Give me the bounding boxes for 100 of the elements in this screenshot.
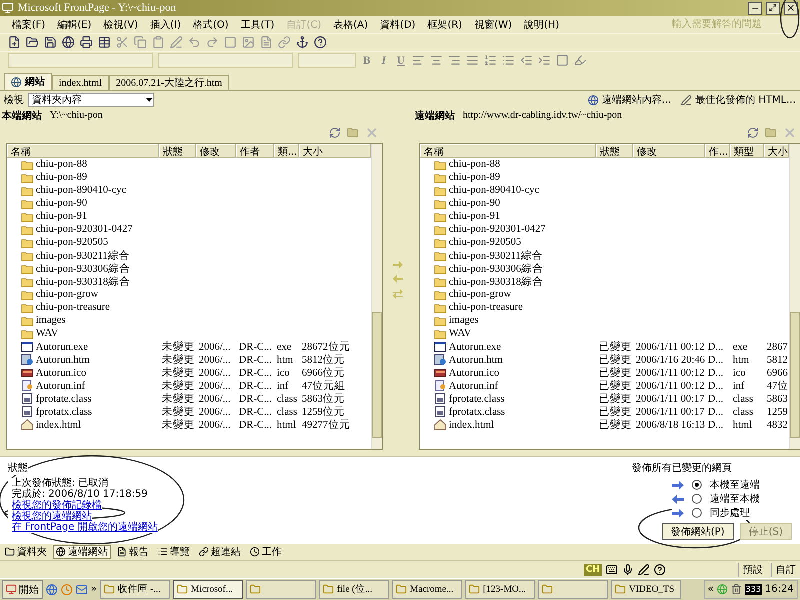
minimize-button[interactable] — [748, 2, 762, 14]
delete-icon[interactable] — [782, 126, 796, 140]
refresh-icon[interactable] — [746, 126, 758, 138]
menu-item[interactable]: 檢視(V) — [104, 18, 138, 32]
column-header[interactable]: 名稱 — [7, 144, 159, 158]
undo-icon[interactable] — [188, 36, 201, 49]
taskbar-button[interactable]: VIDEO_TS — [611, 580, 682, 599]
printer-icon[interactable] — [80, 36, 93, 49]
view-tab[interactable]: 導覽 — [155, 545, 193, 559]
radio-button[interactable] — [692, 508, 702, 518]
file-row[interactable]: fprotatx.class 已變更 2006/1/11 00:17 D... class 1259 — [420, 405, 788, 418]
menu-item[interactable]: 工具(T) — [240, 18, 275, 32]
help-question-field[interactable]: 輸入需要解答的問題 — [670, 18, 800, 32]
file-row[interactable]: chiu-pon-930306綜合 — [7, 262, 371, 275]
taskbar-button[interactable]: Macrome... — [392, 580, 462, 599]
file-row[interactable]: fprotate.class 未變更 2006/... DR-C... class 5863位元 — [7, 392, 371, 405]
file-row[interactable]: chiu-pon-grow — [7, 288, 371, 301]
more-quick-launch[interactable]: » — [91, 584, 98, 595]
help-icon[interactable] — [314, 36, 327, 49]
column-header[interactable]: 作... — [705, 144, 730, 158]
file-row[interactable]: images — [7, 314, 371, 327]
radio-button[interactable] — [692, 480, 702, 490]
file-row[interactable]: chiu-pon-930318綜合 — [420, 275, 788, 288]
scrollbar-thumb[interactable] — [790, 312, 800, 438]
column-header[interactable]: 修改 — [196, 144, 236, 158]
clock-icon[interactable] — [61, 584, 73, 596]
cut-icon[interactable] — [116, 36, 129, 49]
new-page-icon[interactable] — [8, 36, 21, 49]
view-tab[interactable]: 報告 — [114, 545, 152, 559]
file-row[interactable]: chiu-pon-91 — [420, 210, 788, 223]
align-left-icon[interactable] — [412, 54, 425, 67]
file-row[interactable]: chiu-pon-920301-0427 — [7, 223, 371, 236]
file-row[interactable]: Autorun.ico 未變更 2006/... DR-C... ico 6966位元 — [7, 366, 371, 379]
file-row[interactable]: Autorun.exe 未變更 2006/... DR-C... exe 28672位元 — [7, 340, 371, 353]
file-row[interactable]: chiu-pon-91 — [7, 210, 371, 223]
file-row[interactable]: chiu-pon-90 — [420, 197, 788, 210]
taskbar-button[interactable]: Microsof... — [173, 580, 244, 599]
trash-icon[interactable] — [730, 584, 742, 595]
file-row[interactable]: Autorun.htm 已變更 2006/1/16 20:46 D... htm 5812 — [420, 353, 788, 366]
file-row[interactable]: chiu-pon-930306綜合 — [420, 262, 788, 275]
image-icon[interactable] — [242, 36, 255, 49]
restore-button[interactable] — [766, 2, 780, 14]
right-arrow-icon[interactable] — [393, 260, 403, 268]
column-header[interactable]: 大小 — [299, 144, 371, 158]
taskbar-button[interactable]: file (位... — [319, 580, 390, 599]
file-row[interactable]: index.html 已變更 2006/8/18 16:13 D... html 4832 — [420, 418, 788, 431]
document-icon[interactable] — [260, 36, 273, 49]
menu-item[interactable]: 檔案(F) — [12, 18, 46, 32]
toolbar-link[interactable]: 遠端網站內容... — [588, 93, 672, 107]
file-row[interactable]: chiu-pon-treasure — [7, 301, 371, 314]
document-tab[interactable]: 網站 — [4, 73, 52, 90]
file-row[interactable]: chiu-pon-grow — [420, 288, 788, 301]
taskbar-button[interactable]: [123-MO... — [465, 580, 536, 599]
view-tab[interactable]: 工作 — [247, 545, 285, 559]
menu-item[interactable]: 格式(O) — [193, 18, 229, 32]
file-row[interactable]: chiu-pon-treasure — [420, 301, 788, 314]
file-row[interactable]: chiu-pon-930211綜合 — [7, 249, 371, 262]
menu-item[interactable]: 框架(R) — [428, 18, 462, 32]
scrollbar-thumb[interactable] — [372, 312, 382, 438]
view-tab[interactable]: 遠端網站 — [53, 545, 111, 559]
outdent-icon[interactable] — [520, 54, 533, 67]
column-header[interactable]: 修改 — [633, 144, 705, 158]
menu-item[interactable]: 視窗(W) — [474, 18, 512, 32]
scrollbar[interactable] — [371, 144, 382, 449]
radio-button[interactable] — [692, 494, 702, 504]
close-button[interactable] — [784, 2, 798, 14]
view-tab[interactable]: 超連結 — [196, 545, 244, 559]
file-row[interactable]: chiu-pon-930211綜合 — [420, 249, 788, 262]
table-icon[interactable] — [98, 36, 111, 49]
file-row[interactable]: WAV — [7, 327, 371, 340]
open-folder-icon[interactable] — [26, 36, 39, 49]
file-row[interactable]: chiu-pon-890410-cyc — [7, 184, 371, 197]
indent-icon[interactable] — [538, 54, 551, 67]
globe-icon[interactable] — [62, 36, 75, 49]
taskbar-button[interactable] — [246, 580, 316, 599]
file-row[interactable]: Autorun.htm 未變更 2006/... DR-C... htm 5812位元 — [7, 353, 371, 366]
refresh-icon[interactable] — [329, 126, 341, 138]
frame-icon[interactable] — [224, 36, 237, 49]
file-row[interactable]: chiu-pon-89 — [7, 171, 371, 184]
align-right-icon[interactable] — [448, 54, 461, 67]
file-row[interactable]: chiu-pon-88 — [420, 158, 788, 171]
help-icon[interactable] — [654, 564, 666, 576]
file-row[interactable]: fprotatx.class 未變更 2006/... DR-C... class 1259位元 — [7, 405, 371, 418]
numbered-list-icon[interactable] — [484, 54, 497, 67]
toolbar-link[interactable]: 最佳化發佈的 HTML... — [681, 93, 796, 107]
paste-icon[interactable] — [152, 36, 165, 49]
file-row[interactable]: chiu-pon-890410-cyc — [420, 184, 788, 197]
file-row[interactable]: chiu-pon-920301-0427 — [420, 223, 788, 236]
delete-icon[interactable] — [365, 126, 379, 140]
column-header[interactable]: 作者 — [236, 144, 274, 158]
file-row[interactable]: Autorun.inf 已變更 2006/1/11 00:12 D... inf 47位 — [420, 379, 788, 392]
document-tab[interactable]: 2006.07.21-大陸之行.htm — [109, 75, 230, 90]
file-row[interactable]: index.html 未變更 2006/... DR-C... html 49277位元 — [7, 418, 371, 431]
file-row[interactable]: Autorun.ico 已變更 2006/1/11 00:12 D... ico 6966 — [420, 366, 788, 379]
start-button[interactable]: 開始 — [2, 580, 43, 599]
align-center-icon[interactable] — [430, 54, 443, 67]
pen-icon[interactable] — [638, 564, 650, 576]
file-row[interactable]: chiu-pon-90 — [7, 197, 371, 210]
bullet-list-icon[interactable] — [502, 54, 515, 67]
save-icon[interactable] — [44, 36, 57, 49]
